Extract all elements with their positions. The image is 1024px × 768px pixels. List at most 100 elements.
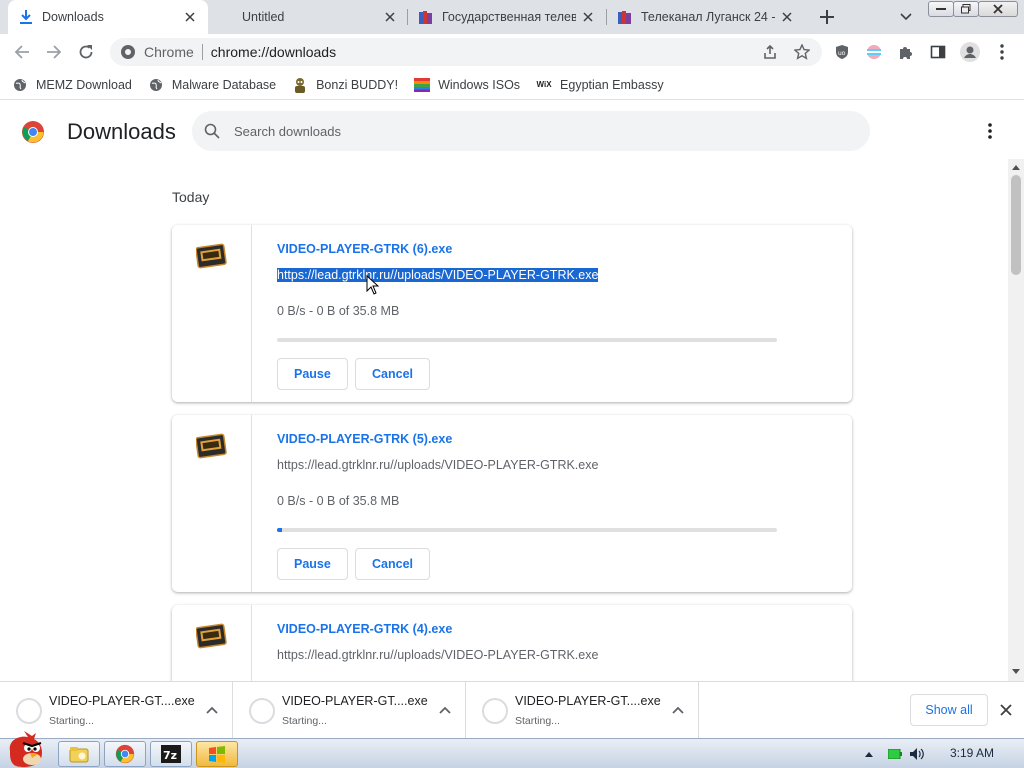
tab-strip: Downloads Untitled Государственная телев… [0,0,1024,34]
share-icon[interactable] [756,38,784,66]
chevron-up-icon[interactable] [437,702,453,718]
pause-button[interactable]: Pause [277,548,348,580]
close-icon[interactable] [779,9,795,25]
video-player-file-icon [195,622,228,650]
bookmark-malware-database[interactable]: Malware Database [148,73,276,97]
bonzi-icon [292,77,308,93]
shelf-item[interactable]: VIDEO-PLAYER-GT....exe Starting... [0,682,233,738]
browser-toolbar: Chrome chrome://downloads uo [0,34,1024,70]
search-input[interactable] [234,123,834,139]
start-button-angry-bird-icon[interactable] [2,731,50,768]
taskbar-windows-flag-icon[interactable] [196,741,238,767]
globe-icon [12,77,28,93]
profile-avatar-icon[interactable] [956,38,984,66]
tray-expand-icon[interactable] [862,751,876,757]
file-name-link[interactable]: VIDEO-PLAYER-GTRK (5).exe [277,432,452,446]
loading-spinner-icon [16,698,42,724]
chevron-up-icon[interactable] [670,702,686,718]
system-tray [862,739,928,768]
scroll-down-icon[interactable] [1012,667,1020,675]
shelf-item[interactable]: VIDEO-PLAYER-GT....exe Starting... [466,682,699,738]
bookmark-windows-isos[interactable]: Windows ISOs [414,73,520,97]
shelf-file-name: VIDEO-PLAYER-GT....exe [49,694,195,708]
close-shelf-icon[interactable] [998,702,1014,718]
flag-extension-icon[interactable] [860,38,888,66]
close-icon[interactable] [580,9,596,25]
extensions-puzzle-icon[interactable] [892,38,920,66]
taskbar-explorer-icon[interactable] [58,741,100,767]
tab-title: Untitled [242,10,285,24]
taskbar-clock[interactable]: 3:19 AM [950,746,994,760]
taskbar-7zip-icon[interactable]: 7z [150,741,192,767]
close-icon[interactable] [382,9,398,25]
restore-button[interactable] [953,1,979,17]
tab-untitled[interactable]: Untitled [208,0,408,34]
tab-search-button[interactable] [894,5,918,29]
bookmark-label: Malware Database [171,77,277,92]
bookmark-label: Windows ISOs [438,77,521,92]
download-card: VIDEO-PLAYER-GTRK (4).exe https://lead.g… [172,605,852,681]
shelf-file-status: Starting... [282,715,327,727]
progress-fill [277,528,282,532]
bookmark-bonzi-buddy[interactable]: Bonzi BUDDY! [292,73,398,97]
tab-gtrk[interactable]: Государственная телеви [408,0,606,34]
scroll-up-icon[interactable] [1012,163,1020,171]
bookmark-label: Bonzi BUDDY! [316,77,399,92]
search-downloads-bar[interactable] [192,111,870,151]
side-panel-icon[interactable] [924,38,952,66]
file-name-link[interactable]: VIDEO-PLAYER-GTRK (6).exe [277,242,452,256]
address-bar[interactable]: Chrome chrome://downloads [110,38,822,66]
pause-button[interactable]: Pause [277,358,348,390]
downloads-menu-icon[interactable] [978,119,1002,143]
downloads-page: Downloads Today VIDEO-PLAYER-GTRK (6).ex… [0,101,1024,681]
reload-button[interactable] [72,38,100,66]
url-text[interactable]: chrome://downloads [211,44,336,60]
scroll-thumb[interactable] [1011,175,1021,275]
battery-icon[interactable] [884,749,906,759]
bookmark-star-icon[interactable] [788,38,816,66]
window-close-button[interactable] [978,1,1018,17]
ublock-extension-icon[interactable]: uo [828,38,856,66]
site-chip: Chrome [144,44,194,60]
bookmark-label: MEMZ Download [36,77,132,92]
file-url-link[interactable]: https://lead.gtrklnr.ru//uploads/VIDEO-P… [277,648,598,662]
chevron-up-icon[interactable] [204,702,220,718]
loading-spinner-icon [482,698,508,724]
tab-downloads[interactable]: Downloads [8,0,208,34]
page-scrollbar[interactable] [1008,159,1024,681]
downloads-header: Downloads [0,101,1024,159]
shelf-file-name: VIDEO-PLAYER-GT....exe [515,694,661,708]
cancel-button[interactable]: Cancel [355,548,430,580]
date-section-label: Today [172,189,210,205]
tab-title: Государственная телеви [442,10,576,24]
card-icon-column [172,225,252,402]
show-all-button[interactable]: Show all [910,694,988,726]
file-url-link[interactable]: https://lead.gtrklnr.ru//uploads/VIDEO-P… [277,458,598,472]
bookmark-memz[interactable]: MEMZ Download [12,73,132,97]
volume-icon[interactable] [906,747,928,761]
svg-text:uo: uo [838,50,846,57]
windows-taskbar: 7z 3:19 AM [0,731,1024,768]
forward-button[interactable] [40,38,68,66]
close-icon[interactable] [182,9,198,25]
minimize-button[interactable] [928,1,954,17]
progress-bar [277,338,777,342]
file-url-link[interactable]: https://lead.gtrklnr.ru//uploads/VIDEO-P… [277,268,599,282]
new-tab-button[interactable] [815,5,839,29]
books-icon [617,9,633,25]
chrome-logo-icon [21,120,45,144]
omnibox-separator [201,44,203,60]
cancel-button[interactable]: Cancel [355,358,430,390]
shelf-item[interactable]: VIDEO-PLAYER-GT....exe Starting... [233,682,466,738]
svg-text:7z: 7z [163,749,177,762]
tab-lugansk24[interactable]: Телеканал Луганск 24 - с [607,0,805,34]
file-name-link[interactable]: VIDEO-PLAYER-GTRK (4).exe [277,622,452,636]
back-button[interactable] [8,38,36,66]
mouse-cursor-icon [366,274,380,295]
taskbar-chrome-icon[interactable] [104,741,146,767]
bookmark-label: Egyptian Embassy [560,77,664,92]
browser-menu-icon[interactable] [988,38,1016,66]
download-card: VIDEO-PLAYER-GTRK (6).exe https://lead.g… [172,225,852,402]
page-title: Downloads [67,119,176,144]
bookmark-egyptian-embassy[interactable]: WiX Egyptian Embassy [536,73,664,97]
